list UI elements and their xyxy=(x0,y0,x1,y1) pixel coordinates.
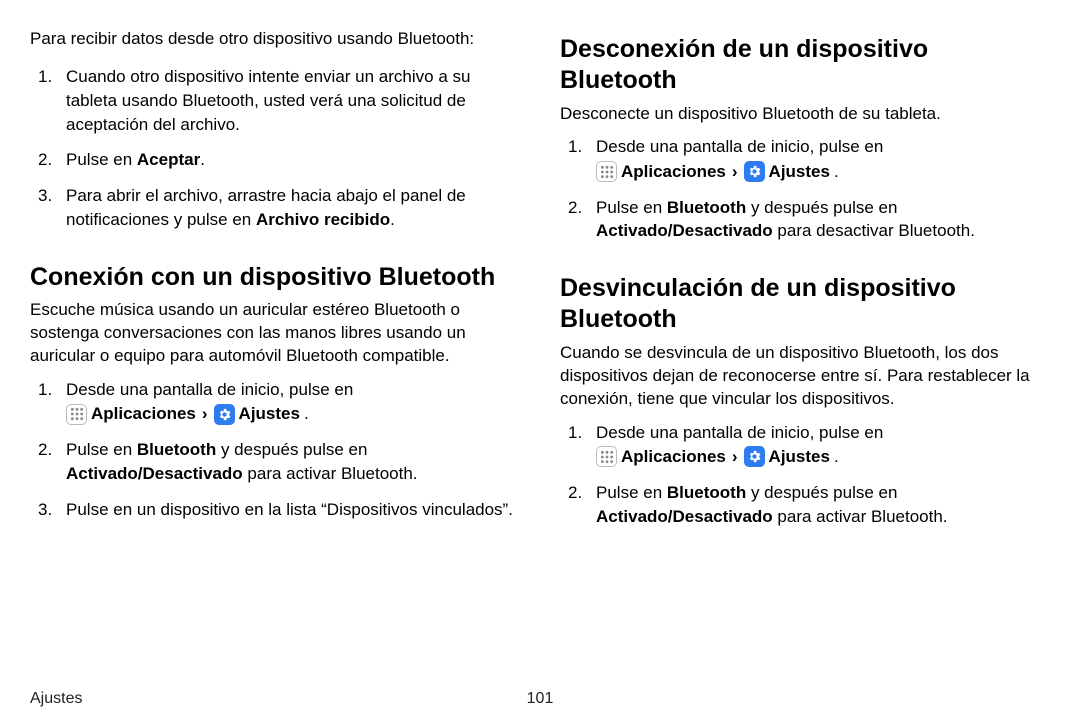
footer-section: Ajustes xyxy=(30,690,82,707)
apps-icon xyxy=(66,404,87,425)
breadcrumb-separator: › xyxy=(200,402,210,426)
step-receive-3: Para abrir el archivo, arrastre hacia ab… xyxy=(30,184,520,232)
settings-label: Ajustes xyxy=(769,160,830,184)
desc-disconnect: Desconecte un dispositivo Bluetooth de s… xyxy=(560,103,1050,126)
apps-icon xyxy=(596,446,617,467)
breadcrumb-separator: › xyxy=(730,445,740,469)
page-footer: Ajustes 101 xyxy=(30,690,1050,708)
step-connect-1: Desde una pantalla de inicio, pulse en A… xyxy=(30,378,520,426)
right-column: Desconexión de un dispositivo Bluetooth … xyxy=(560,28,1050,540)
desc-unpair: Cuando se desvincula de un dispositivo B… xyxy=(560,342,1050,411)
apps-icon xyxy=(596,161,617,182)
heading-disconnect: Desconexión de un dispositivo Bluetooth xyxy=(560,34,1050,97)
apps-label: Aplicaciones xyxy=(621,160,726,184)
settings-label: Ajustes xyxy=(239,402,300,426)
step-connect-2: Pulse en Bluetooth y después pulse en Ac… xyxy=(30,438,520,486)
step-receive-1: Cuando otro dispositivo intente enviar u… xyxy=(30,65,520,136)
gear-icon xyxy=(744,446,765,467)
step-disconnect-2: Pulse en Bluetooth y después pulse en Ac… xyxy=(560,196,1050,244)
gear-icon xyxy=(744,161,765,182)
step-unpair-2: Pulse en Bluetooth y después pulse en Ac… xyxy=(560,481,1050,529)
steps-connect: Desde una pantalla de inicio, pulse en A… xyxy=(30,378,520,522)
settings-label: Ajustes xyxy=(769,445,830,469)
page-number: 101 xyxy=(527,690,554,708)
step-disconnect-1: Desde una pantalla de inicio, pulse en A… xyxy=(560,135,1050,183)
steps-disconnect: Desde una pantalla de inicio, pulse en A… xyxy=(560,135,1050,243)
step-unpair-1: Desde una pantalla de inicio, pulse en A… xyxy=(560,421,1050,469)
step-receive-2: Pulse en Aceptar. xyxy=(30,148,520,172)
apps-label: Aplicaciones xyxy=(91,402,196,426)
breadcrumb-separator: › xyxy=(730,160,740,184)
steps-receive: Cuando otro dispositivo intente enviar u… xyxy=(30,65,520,232)
heading-connect: Conexión con un dispositivo Bluetooth xyxy=(30,262,520,293)
intro-receive: Para recibir datos desde otro dispositiv… xyxy=(30,28,520,51)
step-connect-3: Pulse en un dispositivo en la lista “Dis… xyxy=(30,498,520,522)
heading-unpair: Desvinculación de un dispositivo Bluetoo… xyxy=(560,273,1050,336)
apps-label: Aplicaciones xyxy=(621,445,726,469)
gear-icon xyxy=(214,404,235,425)
steps-unpair: Desde una pantalla de inicio, pulse en A… xyxy=(560,421,1050,529)
desc-connect: Escuche música usando un auricular estér… xyxy=(30,299,520,368)
left-column: Para recibir datos desde otro dispositiv… xyxy=(30,28,520,540)
